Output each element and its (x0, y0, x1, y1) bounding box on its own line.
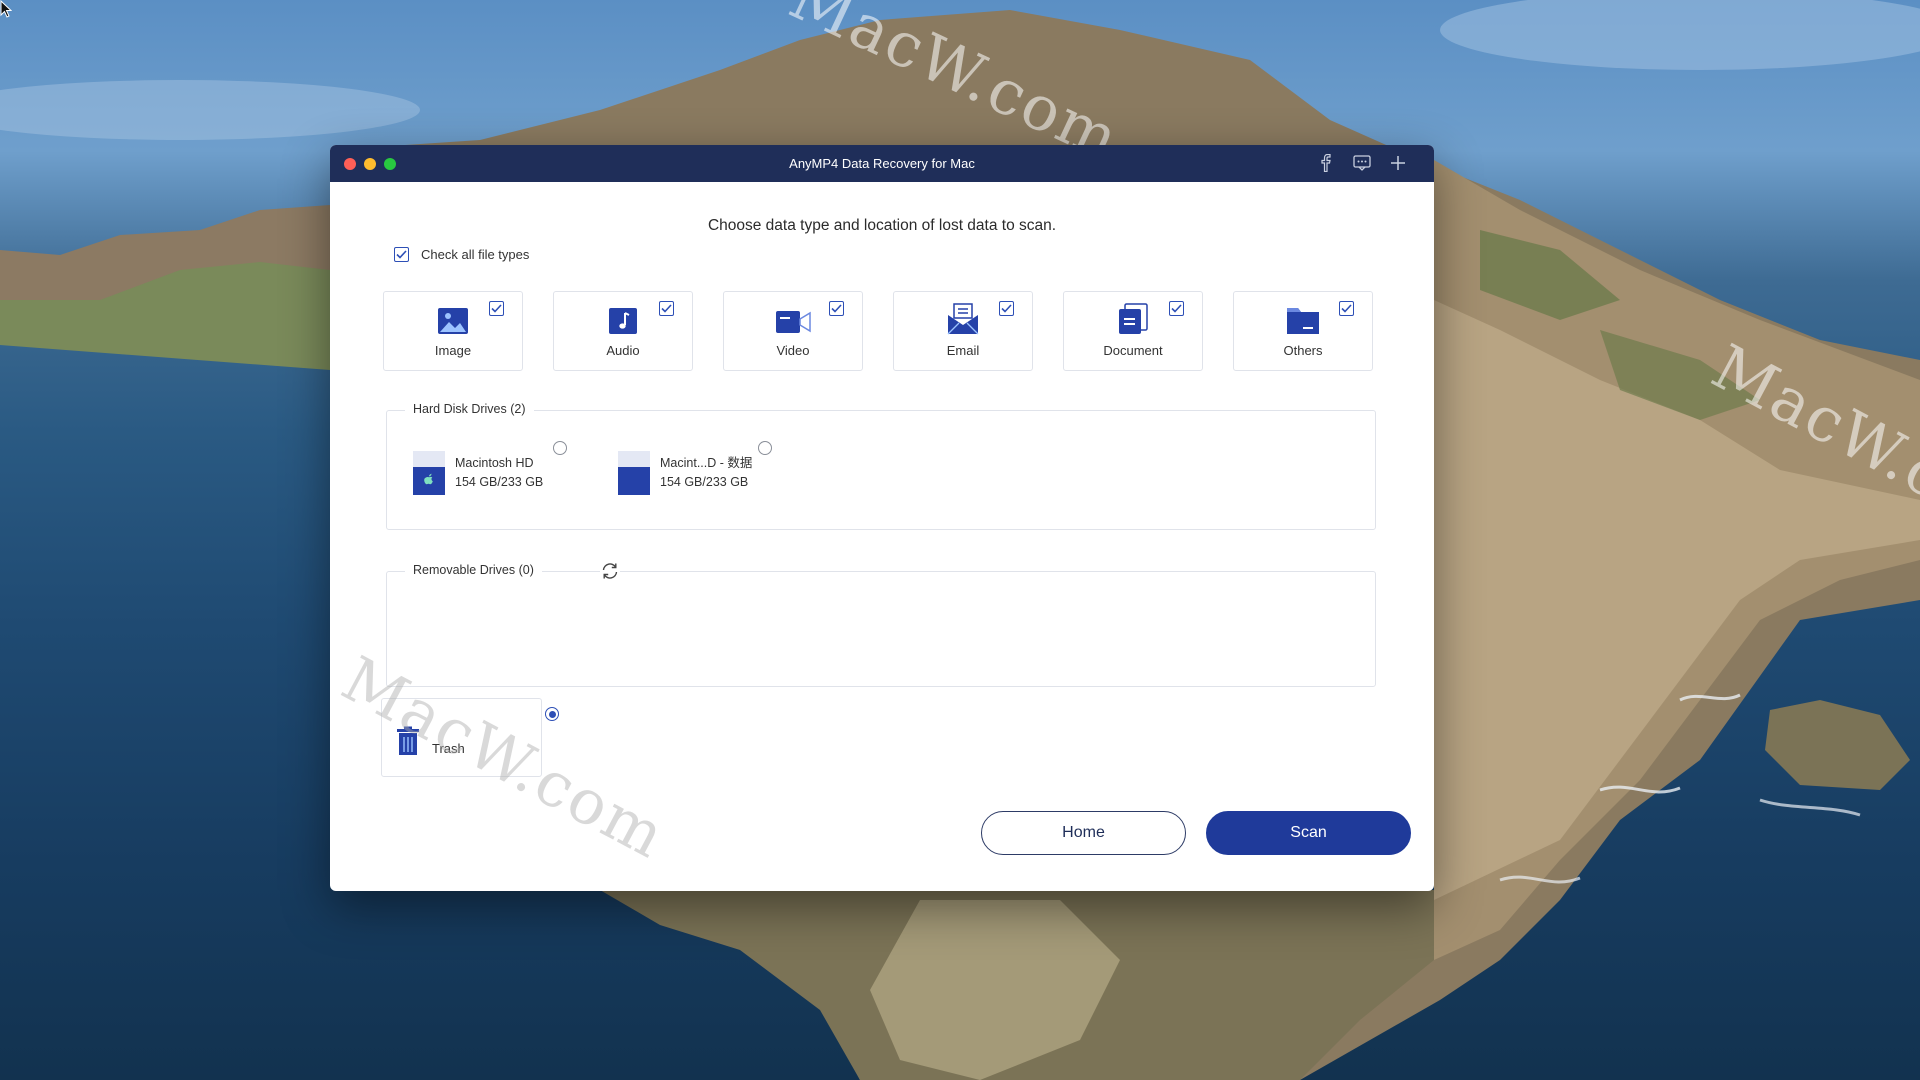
image-icon (438, 308, 468, 334)
trash-radio[interactable] (545, 707, 559, 721)
trash-location[interactable]: Trash (381, 698, 559, 777)
file-type-list: Image Audio Video Email Document Others (383, 291, 1373, 371)
scan-button[interactable]: Scan (1206, 811, 1411, 855)
drive-name: Macint...D - 数据 (660, 456, 753, 470)
window-controls (344, 158, 396, 170)
file-type-others[interactable]: Others (1233, 291, 1373, 371)
email-checkbox[interactable] (999, 301, 1014, 316)
image-checkbox[interactable] (489, 301, 504, 316)
page-heading: Choose data type and location of lost da… (707, 217, 1057, 234)
audio-checkbox[interactable] (659, 301, 674, 316)
feedback-chat-icon[interactable] (1352, 153, 1372, 173)
title-bar: AnyMP4 Data Recovery for Mac (330, 145, 1434, 182)
others-label: Others (1283, 343, 1323, 358)
facebook-icon[interactable] (1316, 153, 1336, 173)
macintosh-data-info: Macint...D - 数据 154 GB/233 GB (660, 454, 752, 492)
file-type-email[interactable]: Email (893, 291, 1033, 371)
others-checkbox[interactable] (1339, 301, 1354, 316)
document-label: Document (1103, 343, 1163, 358)
drive-macintosh-data[interactable]: Macint...D - 数据 154 GB/233 GB (618, 451, 752, 495)
drive-icon (618, 451, 650, 495)
drive-name: Macintosh HD (455, 456, 534, 470)
video-checkbox[interactable] (829, 301, 844, 316)
video-camera-icon (776, 311, 811, 333)
macintosh-data-radio[interactable] (758, 441, 772, 455)
drive-macintosh-hd[interactable]: Macintosh HD 154 GB/233 GB (413, 451, 543, 495)
trash-icon (397, 726, 419, 755)
zoom-window-button[interactable] (384, 158, 396, 170)
image-label: Image (434, 343, 472, 358)
file-type-video[interactable]: Video (723, 291, 863, 371)
file-type-audio[interactable]: Audio (553, 291, 693, 371)
check-all-file-types[interactable]: Check all file types (394, 247, 529, 262)
titlebar-actions (1316, 153, 1408, 173)
window-title: AnyMP4 Data Recovery for Mac (789, 156, 975, 171)
music-note-icon (609, 308, 637, 334)
trash-label: Trash (432, 741, 465, 756)
video-label: Video (776, 343, 810, 358)
file-type-document[interactable]: Document (1063, 291, 1203, 371)
email-label: Email (946, 343, 980, 358)
check-all-label: Check all file types (421, 247, 530, 262)
removable-drives-title: Removable Drives (0) (405, 563, 542, 577)
mouse-cursor-icon (0, 0, 12, 18)
refresh-icon[interactable] (600, 561, 620, 581)
drive-usage: 154 GB/233 GB (660, 475, 749, 489)
app-window: AnyMP4 Data Recovery for Mac Choose data… (330, 145, 1434, 891)
minimize-window-button[interactable] (364, 158, 376, 170)
folder-icon (1287, 308, 1319, 334)
hard-disk-drives-title: Hard Disk Drives (2) (405, 402, 534, 416)
macintosh-hd-radio[interactable] (553, 441, 567, 455)
audio-label: Audio (606, 343, 640, 358)
macintosh-hd-info: Macintosh HD 154 GB/233 GB (455, 454, 543, 492)
hard-disk-drives-group: Hard Disk Drives (2) Macintosh HD 154 GB… (386, 402, 1376, 530)
check-all-checkbox[interactable] (394, 247, 409, 262)
close-window-button[interactable] (344, 158, 356, 170)
removable-drives-group: Removable Drives (0) (386, 563, 1376, 687)
document-checkbox[interactable] (1169, 301, 1184, 316)
file-type-image[interactable]: Image (383, 291, 523, 371)
drive-usage: 154 GB/233 GB (455, 475, 544, 489)
apple-drive-icon (413, 451, 445, 495)
document-icon (1119, 303, 1148, 334)
plus-menu-icon[interactable] (1388, 153, 1408, 173)
envelope-icon (947, 303, 979, 335)
checkmark-icon (396, 250, 407, 259)
home-button[interactable]: Home (981, 811, 1186, 855)
